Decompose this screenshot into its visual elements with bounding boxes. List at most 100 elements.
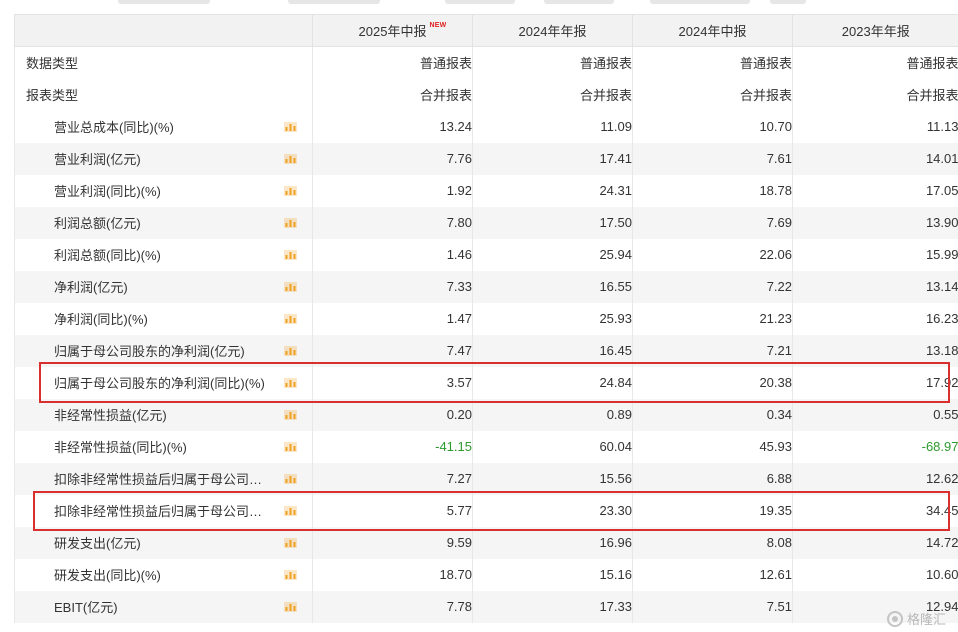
table-cell: 7.78 [312,590,473,623]
watermark-text: 格隆汇 [906,612,946,627]
row-label: 非经常性损益(亿元) [14,398,313,431]
table-cell: 20.38 [632,366,793,399]
type-row: 报表类型 合并报表 合并报表 合并报表 合并报表 [14,78,958,111]
table-cell: 12.62 [792,462,958,495]
table-cell: 16.96 [472,526,633,559]
table-cell: 12.61 [632,558,793,591]
table-cell: 普通报表 [472,46,633,79]
column-header[interactable]: 2024年年报 [472,14,633,47]
table-row: 营业总成本(同比)(%) 13.24 11.09 10.70 11.13 [14,110,958,143]
row-label: 营业总成本(同比)(%) [14,110,313,143]
bar-chart-icon[interactable] [284,537,297,548]
table-cell: 7.69 [632,206,793,239]
table-cell: 3.57 [312,366,473,399]
table-cell: 7.21 [632,334,793,367]
bar-chart-icon[interactable] [284,249,297,260]
table-cell: -41.15 [312,430,473,463]
table-cell: 普通报表 [312,46,473,79]
table-row: 研发支出(同比)(%) 18.70 15.16 12.61 10.60 [14,558,958,591]
table-row: 归属于母公司股东的净利润(亿元) 7.47 16.45 7.21 13.18 [14,334,958,367]
table-cell: 1.46 [312,238,473,271]
row-label: 归属于母公司股东的净利润(同比)(%) [14,366,313,399]
bar-chart-icon[interactable] [284,473,297,484]
table-cell: 17.05 [925,183,958,198]
type-row: 数据类型 普通报表 普通报表 普通报表 普通报表 [14,46,958,79]
table-cell: 合并报表 [632,78,793,111]
row-label: 利润总额(同比)(%) [14,238,313,271]
table-cell: 6.88 [632,462,793,495]
bar-chart-icon[interactable] [284,409,297,420]
bar-chart-icon[interactable] [284,569,297,580]
table-cell: 7.61 [632,142,793,175]
table-row: EBIT(亿元) 7.78 17.33 7.51 12.94 [14,590,958,623]
table-cell: 1.92 [312,174,473,207]
table-cell: 24.84 [472,366,633,399]
bar-chart-icon[interactable] [284,281,297,292]
table-cell: 23.30 [472,494,633,527]
bar-chart-icon[interactable] [284,121,297,132]
row-label: 扣除非经常性损益后归属于母公司… [14,494,313,527]
table-cell: 24.31 [472,174,633,207]
table-cell: 16.55 [472,270,633,303]
table-cell: 9.59 [312,526,473,559]
bar-chart-icon[interactable] [284,345,297,356]
table-cell: 15.99 [925,247,958,262]
row-label: 营业利润(同比)(%) [14,174,313,207]
bar-chart-icon[interactable] [284,153,297,164]
table-cell: 22.06 [632,238,793,271]
table-header-row: 2025年中报 NEW 2024年年报 2024年中报 2023年年报 [14,14,958,47]
column-header[interactable]: 2025年中报 NEW [312,14,473,47]
table-row: 非经常性损益(亿元) 0.20 0.89 0.34 0.55 [14,398,958,431]
table-cell: 17.33 [472,590,633,623]
table-row: 净利润(亿元) 7.33 16.55 7.22 13.14 [14,270,958,303]
table-cell: 45.93 [632,430,793,463]
table-cell: 7.33 [312,270,473,303]
table-cell: 25.94 [472,238,633,271]
table-row: 扣除非经常性损益后归属于母公司… 5.77 23.30 19.35 34.45 [14,494,958,527]
table-cell: 7.22 [632,270,793,303]
row-label: 数据类型 [14,46,313,79]
table-cell: 17.50 [472,206,633,239]
table-cell: 16.45 [472,334,633,367]
bar-chart-icon[interactable] [284,313,297,324]
table-cell: 普通报表 [906,56,958,72]
column-header[interactable]: 2024年中报 [632,14,793,47]
row-label: EBIT(亿元) [14,590,313,623]
table-cell: 17.41 [472,142,633,175]
table-cell: 0.20 [312,398,473,431]
table-cell: 21.23 [632,302,793,335]
bar-chart-icon[interactable] [284,217,297,228]
table-cell: 25.93 [472,302,633,335]
bar-chart-icon[interactable] [284,185,297,196]
row-label: 扣除非经常性损益后归属于母公司… [14,462,313,495]
row-label: 净利润(同比)(%) [14,302,313,335]
table-cell: 合并报表 [312,78,473,111]
table-cell: 16.23 [925,311,958,326]
bar-chart-icon[interactable] [284,441,297,452]
table-row: 研发支出(亿元) 9.59 16.96 8.08 14.72 [14,526,958,559]
table-cell: 0.89 [472,398,633,431]
bar-chart-icon[interactable] [284,505,297,516]
table-row: 利润总额(亿元) 7.80 17.50 7.69 13.90 [14,206,958,239]
table-row: 非经常性损益(同比)(%) -41.15 60.04 45.93 -68.97 [14,430,958,463]
watermark-logo-icon [886,610,903,627]
table-row: 营业利润(亿元) 7.76 17.41 7.61 14.01 [14,142,958,175]
row-label: 研发支出(亿元) [14,526,313,559]
financial-table: 2025年中报 NEW 2024年年报 2024年中报 2023年年报 数据类型普… [14,14,958,623]
table-cell: 8.08 [632,526,793,559]
table-cell: 普通报表 [632,46,793,79]
table-cell: 0.34 [632,398,793,431]
table-cell: 7.51 [632,590,793,623]
bar-chart-icon[interactable] [284,377,297,388]
row-label: 净利润(亿元) [14,270,313,303]
table-cell: 11.09 [472,110,633,143]
table-cell: 60.04 [472,430,633,463]
bar-chart-icon[interactable] [284,601,297,612]
top-tab-strip [0,0,958,4]
new-badge: NEW [429,22,447,29]
table-cell: 5.77 [312,494,473,527]
column-header[interactable]: 2023年年报 [792,14,958,47]
row-label: 利润总额(亿元) [14,206,313,239]
table-row: 扣除非经常性损益后归属于母公司… 7.27 15.56 6.88 12.62 [14,462,958,495]
table-cell: 10.60 [925,567,958,582]
